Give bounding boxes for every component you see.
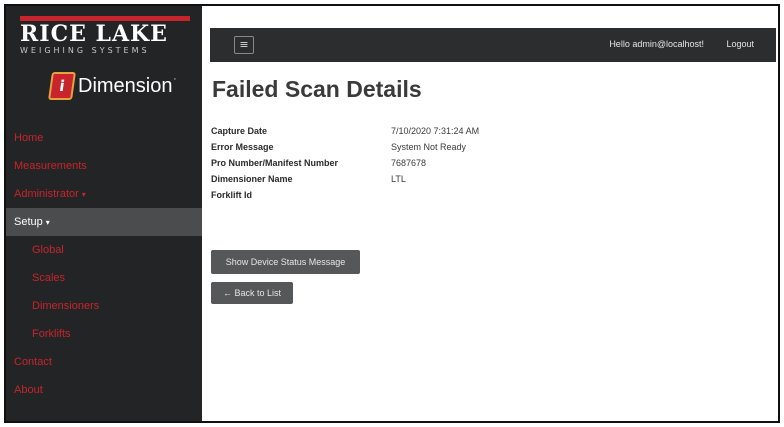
show-device-status-button[interactable]: Show Device Status Message [211,250,360,274]
detail-label: Error Message [211,142,274,152]
sidebar-item-measurements[interactable]: Measurements [6,152,202,180]
sidebar-item-contact[interactable]: Contact [6,348,202,376]
details-list: Capture Date 7/10/2020 7:31:24 AM Error … [211,126,479,206]
sidebar-item-home[interactable]: Home [6,124,202,152]
top-navbar: ≡ Hello admin@localhost! Logout [210,28,776,62]
logo-company-subtitle: WEIGHING SYSTEMS [20,46,150,55]
sidebar-nav: Home Measurements Administrator ▾ Setup ▾ … [6,124,202,404]
dimension-logo-icon: i [48,72,76,100]
detail-row: Dimensioner Name LTL [211,174,479,190]
sidebar-item-scales[interactable]: Scales [6,264,202,292]
sidebar-item-label: Scales [32,272,66,284]
chevron-down-icon: ▾ [45,218,50,227]
sidebar-item-dimensioners[interactable]: Dimensioners [6,292,202,320]
detail-value: LTL [391,174,406,184]
sidebar-item-forklifts[interactable]: Forklifts [6,320,202,348]
page-title: Failed Scan Details [212,76,422,102]
sidebar-item-label: Global [32,244,64,256]
detail-value: 7687678 [391,158,427,168]
dimension-logo-text: Dimension [78,74,173,97]
chevron-down-icon: ▾ [81,190,86,199]
sidebar-item-global[interactable]: Global [6,236,202,264]
detail-row: Error Message System Not Ready [211,142,479,158]
detail-label: Forklift Id [211,190,252,200]
sidebar-item-label: Setup [14,216,43,228]
sidebar-item-about[interactable]: About [6,376,202,404]
sidebar-item-label: Forklifts [32,328,71,340]
detail-row: Capture Date 7/10/2020 7:31:24 AM [211,126,479,142]
detail-label: Capture Date [211,126,268,136]
sidebar-item-label: Administrator [14,188,79,200]
logout-link[interactable]: Logout [726,39,754,49]
sidebar: RICE LAKE WEIGHING SYSTEMS i Dimension ·… [6,6,202,421]
rice-lake-logo[interactable]: RICE LAKE WEIGHING SYSTEMS [20,16,190,58]
sidebar-item-label: Measurements [14,160,87,172]
sidebar-item-label: Contact [14,356,52,368]
dimension-logo-mark: · [173,75,177,85]
sidebar-item-label: About [14,384,43,396]
detail-value: 7/10/2020 7:31:24 AM [391,126,480,136]
sidebar-item-setup[interactable]: Setup ▾ [6,208,202,236]
sidebar-item-administrator[interactable]: Administrator ▾ [6,180,202,208]
detail-row: Forklift Id [211,190,479,206]
detail-label: Pro Number/Manifest Number [211,158,339,168]
sidebar-item-label: Dimensioners [32,300,100,312]
logo-company-name: RICE LAKE [20,21,168,47]
back-to-list-button[interactable]: ← Back to List [211,282,293,304]
hamburger-menu-icon[interactable]: ≡ [234,36,254,54]
detail-label: Dimensioner Name [211,174,293,184]
dimension-logo: i Dimension · [48,72,177,100]
detail-row: Pro Number/Manifest Number 7687678 [211,158,479,174]
app-frame: RICE LAKE WEIGHING SYSTEMS i Dimension ·… [4,4,780,423]
sidebar-item-label: Home [14,132,44,144]
user-greeting-link[interactable]: Hello admin@localhost! [609,39,704,49]
detail-value: System Not Ready [391,142,467,152]
